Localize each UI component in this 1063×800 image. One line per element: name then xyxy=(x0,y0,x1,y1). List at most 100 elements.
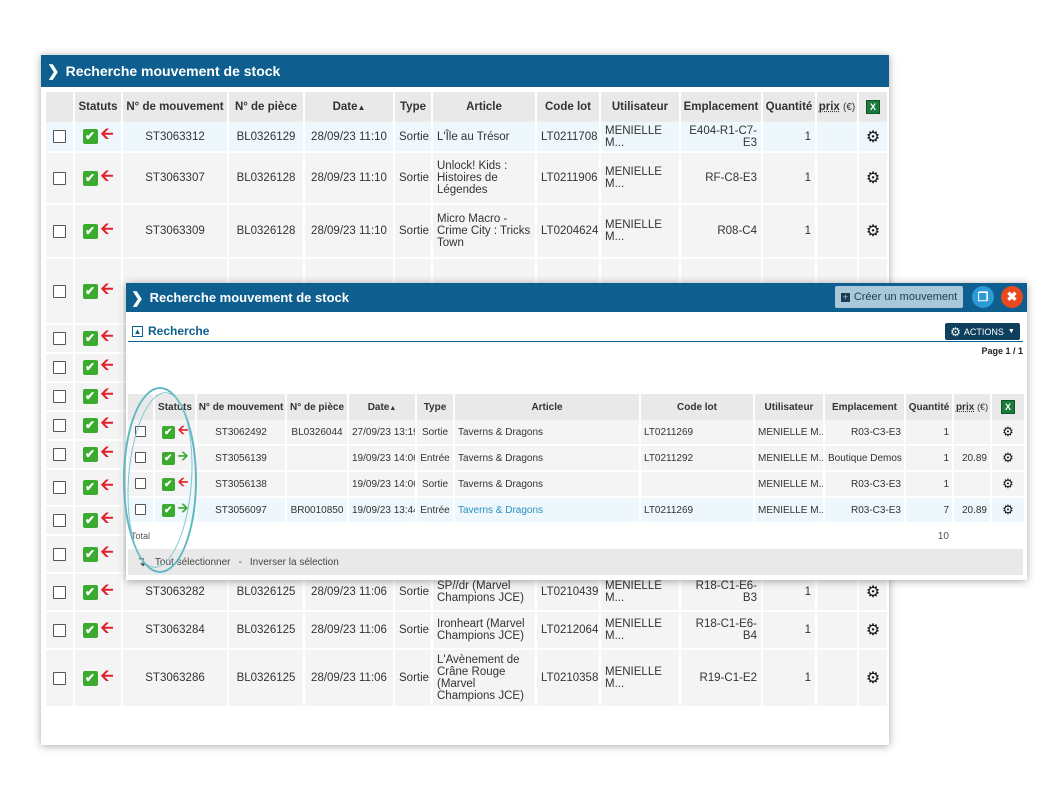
price xyxy=(816,152,859,205)
gear-icon: ⚙ xyxy=(950,324,961,339)
movement-type: Entrée xyxy=(416,445,455,472)
gear-icon[interactable]: ⚙ xyxy=(1002,424,1014,439)
col-utilisateur[interactable]: Utilisateur xyxy=(754,394,825,420)
table-row[interactable]: ✔ 🡨 ST3062492 BL0326044 27/09/23 13:19 Sortie… xyxy=(128,420,1026,446)
chevron-right-icon[interactable]: ❯ xyxy=(131,289,144,307)
col-export[interactable]: X xyxy=(858,92,889,122)
table-row[interactable]: ✔ 🡨 ST3063284 BL0326125 28/09/23 11:06 Sortie… xyxy=(46,611,889,650)
chevron-right-icon[interactable]: ❯ xyxy=(47,62,60,80)
gear-icon[interactable]: ⚙ xyxy=(1002,476,1014,491)
gear-icon[interactable]: ⚙ xyxy=(1002,502,1014,517)
col-mouvement[interactable]: N° de mouvement xyxy=(196,394,287,420)
col-code-lot[interactable]: Code lot xyxy=(536,92,601,122)
row-actions[interactable]: ⚙ xyxy=(991,471,1026,498)
table-row[interactable]: ✔ 🡨 ST3063312 BL0326129 28/09/23 11:10 Sortie… xyxy=(46,122,889,153)
copy-icon[interactable]: ❐ xyxy=(972,286,994,308)
col-piece[interactable]: N° de pièce xyxy=(228,92,305,122)
table-row[interactable]: ✔ 🡨 ST3063309 BL0326128 28/09/23 11:10 Sortie… xyxy=(46,204,889,259)
table-row[interactable]: ✔ 🡪 ST3056139 19/09/23 14:06 Entrée Taverns &… xyxy=(128,445,1026,472)
col-prix[interactable]: prix (€) xyxy=(953,394,992,420)
row-checkbox[interactable] xyxy=(135,452,146,464)
row-checkbox[interactable] xyxy=(135,478,146,490)
movement-number[interactable]: ST3056097 xyxy=(196,497,287,524)
table-row[interactable]: ✔ 🡨 ST3063286 BL0326125 28/09/23 11:06 Sortie… xyxy=(46,649,889,708)
movement-number[interactable]: ST3063286 xyxy=(122,649,229,708)
movement-number[interactable]: ST3056138 xyxy=(196,471,287,498)
row-actions[interactable]: ⚙ xyxy=(858,611,889,650)
status-cell: ✔ 🡨 xyxy=(74,411,123,441)
row-actions[interactable]: ⚙ xyxy=(858,204,889,259)
row-checkbox[interactable] xyxy=(135,426,146,438)
gear-icon[interactable]: ⚙ xyxy=(866,129,880,146)
row-actions[interactable]: ⚙ xyxy=(991,445,1026,472)
row-checkbox[interactable] xyxy=(53,332,66,345)
row-checkbox[interactable] xyxy=(53,224,66,238)
row-checkbox[interactable] xyxy=(53,481,66,494)
movement-number[interactable]: ST3063284 xyxy=(122,611,229,650)
col-type[interactable]: Type xyxy=(416,394,455,420)
row-checkbox[interactable] xyxy=(53,171,66,185)
search-section-toggle[interactable]: ▲ Recherche xyxy=(132,324,209,338)
row-actions[interactable]: ⚙ xyxy=(991,420,1026,446)
gear-icon[interactable]: ⚙ xyxy=(866,223,880,240)
piece-number: BL0326044 xyxy=(286,420,349,446)
gear-icon[interactable]: ⚙ xyxy=(866,622,880,639)
table-row[interactable]: ✔ 🡨 ST3056138 19/09/23 14:06 Sortie Taverns &… xyxy=(128,471,1026,498)
gear-icon[interactable]: ⚙ xyxy=(866,170,880,187)
table-row[interactable]: ✔ 🡨 ST3063307 BL0326128 28/09/23 11:10 Sortie… xyxy=(46,152,889,205)
movement-date: 28/09/23 11:06 xyxy=(304,649,395,708)
movement-number[interactable]: ST3063309 xyxy=(122,204,229,259)
movement-date: 28/09/23 11:10 xyxy=(304,122,395,153)
gear-icon[interactable]: ⚙ xyxy=(866,584,880,601)
col-quantite[interactable]: Quantité xyxy=(762,92,817,122)
movement-number[interactable]: ST3063307 xyxy=(122,152,229,205)
row-actions[interactable]: ⚙ xyxy=(991,497,1026,524)
actions-button[interactable]: ⚙ ACTIONS ▼ xyxy=(945,323,1020,340)
row-actions[interactable]: ⚙ xyxy=(858,152,889,205)
movement-number[interactable]: ST3063312 xyxy=(122,122,229,153)
select-all-link[interactable]: Tout sélectionner xyxy=(155,557,231,568)
create-movement-button[interactable]: + Créer un mouvement xyxy=(835,286,963,308)
row-checkbox[interactable] xyxy=(53,547,66,561)
row-checkbox[interactable] xyxy=(53,284,66,298)
movement-number[interactable]: ST3062492 xyxy=(196,420,287,446)
excel-icon[interactable]: X xyxy=(1001,400,1015,414)
col-type[interactable]: Type xyxy=(394,92,433,122)
gear-icon[interactable]: ⚙ xyxy=(866,670,880,687)
row-checkbox[interactable] xyxy=(53,419,66,432)
row-checkbox[interactable] xyxy=(53,448,66,461)
col-utilisateur[interactable]: Utilisateur xyxy=(600,92,681,122)
row-checkbox[interactable] xyxy=(53,585,66,599)
col-emplacement[interactable]: Emplacement xyxy=(824,394,906,420)
invert-selection-link[interactable]: Inverser la sélection xyxy=(250,557,339,568)
price xyxy=(816,649,859,708)
row-checkbox[interactable] xyxy=(53,390,66,403)
gear-icon[interactable]: ⚙ xyxy=(1002,450,1014,465)
close-icon[interactable]: ✖ xyxy=(1001,286,1023,308)
movement-number[interactable]: ST3056139 xyxy=(196,445,287,472)
col-export[interactable]: X xyxy=(991,394,1026,420)
col-emplacement[interactable]: Emplacement xyxy=(680,92,763,122)
check-icon: ✔ xyxy=(161,477,175,491)
back-titlebar: ❯ Recherche mouvement de stock xyxy=(41,55,889,87)
col-quantite[interactable]: Quantité xyxy=(905,394,954,420)
table-row[interactable]: ✔ 🡪 ST3056097 BR0010850 19/09/23 13:44 Entrée… xyxy=(128,497,1026,524)
row-checkbox[interactable] xyxy=(53,130,66,143)
row-actions[interactable]: ⚙ xyxy=(858,649,889,708)
row-actions[interactable]: ⚙ xyxy=(858,122,889,153)
col-article[interactable]: Article xyxy=(432,92,537,122)
excel-icon[interactable]: X xyxy=(866,100,880,114)
row-checkbox[interactable] xyxy=(53,514,66,527)
col-mouvement[interactable]: N° de mouvement xyxy=(122,92,229,122)
col-article[interactable]: Article xyxy=(454,394,641,420)
col-piece[interactable]: N° de pièce xyxy=(286,394,349,420)
row-checkbox[interactable] xyxy=(53,361,66,374)
article-name[interactable]: Taverns & Dragons xyxy=(454,497,641,524)
col-prix[interactable]: prix (€) xyxy=(816,92,859,122)
row-checkbox[interactable] xyxy=(53,623,66,637)
row-checkbox[interactable] xyxy=(135,504,146,516)
col-date[interactable]: Date▲ xyxy=(348,394,417,420)
col-code-lot[interactable]: Code lot xyxy=(640,394,755,420)
row-checkbox[interactable] xyxy=(53,671,66,685)
col-date[interactable]: Date▲ xyxy=(304,92,395,122)
